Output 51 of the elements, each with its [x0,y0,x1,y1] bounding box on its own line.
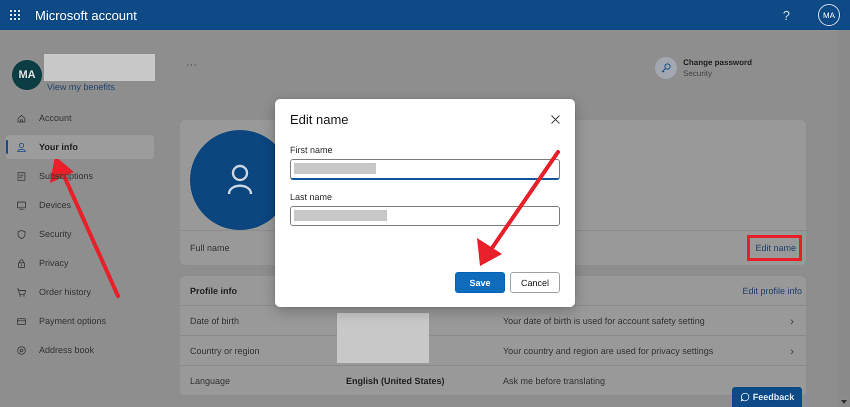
app-title: Microsoft account [35,8,138,22]
section-title: Profile info [190,286,237,296]
chevron-icon[interactable]: › [790,344,806,358]
field-description: Your date of birth is used for account safety setting [503,316,706,326]
change-password-link[interactable]: Change password [683,58,752,67]
field-label: First name [290,145,334,155]
field-label: Full name [190,243,230,253]
nav-item[interactable]: Your info [6,135,154,159]
lock-icon [16,258,27,268]
feedback-button[interactable]: Feedback [732,387,802,407]
field-label: Last name [290,192,334,202]
field-label: Language [190,376,232,386]
cancel-button[interactable]: Cancel [510,272,560,293]
close-icon[interactable] [551,114,560,124]
nav-item[interactable]: Address book [6,338,154,362]
input-field[interactable] [290,159,560,180]
edit-profile-link[interactable]: Edit profile info [742,286,802,296]
nav-item[interactable]: Devices [6,193,154,217]
account-avatar[interactable]: MA [818,4,840,26]
card-icon [16,316,27,326]
person-icon [16,142,27,152]
cart-icon [16,286,27,298]
edit-name-link[interactable]: Edit name [755,243,796,253]
nav-item[interactable]: Privacy [6,251,154,275]
field-value: English (United States) [346,376,446,386]
receipt-icon [16,170,27,182]
change-password-subtitle: Security [683,69,713,78]
field-label: Date of birth [190,316,240,326]
chevron-icon[interactable]: › [790,314,806,328]
save-button[interactable]: Save [455,272,505,293]
field-description: Your country and region are used for privacy settings [503,346,714,356]
help-button[interactable]: ? [782,8,790,22]
highlight-frame [747,235,802,261]
nav-item[interactable]: Payment options [6,309,154,333]
profile-avatar: MA [12,60,42,90]
home-icon [16,112,27,124]
field-label: Country or region [190,346,261,356]
monitor-icon [16,200,27,210]
dialog-title: Edit name [290,112,349,126]
shield-icon [16,228,27,240]
location-icon [16,344,27,356]
more-button[interactable]: ··· [186,59,197,71]
field-description: Ask me before translating [503,376,606,386]
app-launcher-icon[interactable] [10,10,21,20]
input-field[interactable] [290,206,560,226]
benefits-link[interactable]: View my benefits [47,82,115,92]
chat-icon [740,392,750,402]
nav-item[interactable]: Account [6,106,154,130]
key-icon [655,57,678,79]
nav-item[interactable]: Security [6,222,154,246]
nav-item[interactable]: Order history [6,280,154,304]
